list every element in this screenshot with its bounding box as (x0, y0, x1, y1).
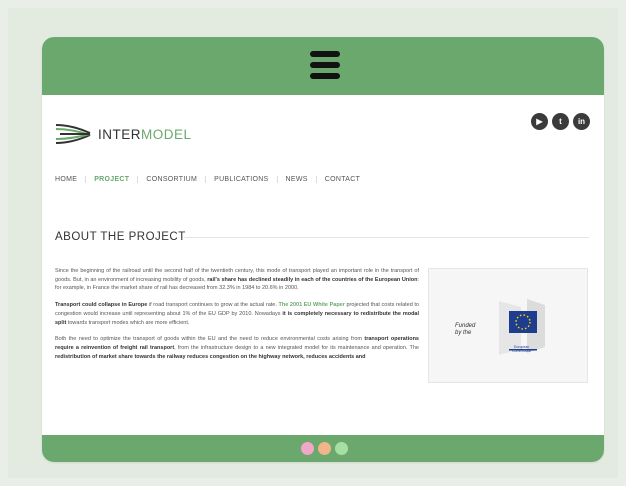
social-links: ▶ t in (531, 113, 590, 130)
intermodel-logo-icon (55, 124, 91, 144)
nav-publications[interactable]: PUBLICATIONS (206, 176, 278, 183)
hamburger-menu-icon[interactable] (310, 51, 340, 79)
bottom-bar (42, 435, 604, 462)
nav-project[interactable]: PROJECT (86, 176, 139, 183)
page-content: INTERMODEL ▶ t in HOME PROJECT CONSORTIU… (42, 95, 604, 435)
paragraph-1: Since the beginning of the railroad unti… (55, 268, 419, 292)
slide-dot-3[interactable] (335, 442, 348, 455)
white-paper-link[interactable]: The 2001 EU White Paper (279, 302, 345, 308)
device-mockup: INTERMODEL ▶ t in HOME PROJECT CONSORTIU… (42, 37, 604, 462)
nav-news[interactable]: NEWS (278, 176, 317, 183)
slide-dots (301, 442, 348, 455)
twitter-icon[interactable]: t (552, 113, 569, 130)
logo[interactable]: INTERMODEL (54, 119, 192, 149)
main-nav: HOME PROJECT CONSORTIUM PUBLICATIONS NEW… (55, 176, 368, 183)
paragraph-3: Both the need to optimize the transport … (55, 336, 419, 360)
funded-text: Funded by the (455, 323, 476, 336)
nav-consortium[interactable]: CONSORTIUM (138, 176, 207, 183)
nav-home[interactable]: HOME (55, 176, 87, 183)
paragraph-2: Transport could collapse in Europe if ro… (55, 302, 420, 326)
title-divider (184, 237, 589, 238)
slide-dot-2[interactable] (318, 442, 331, 455)
article-text: Since the beginning of the railroad unti… (55, 267, 419, 369)
funding-box: Funded by the European Commission (428, 268, 588, 383)
youtube-icon[interactable]: ▶ (531, 113, 548, 130)
eu-label: European Commission (512, 345, 532, 353)
section-title: ABOUT THE PROJECT (55, 231, 186, 243)
top-bar (42, 37, 604, 95)
slide-dot-1[interactable] (301, 442, 314, 455)
linkedin-icon[interactable]: in (573, 113, 590, 130)
logo-text: INTERMODEL (98, 126, 192, 142)
nav-contact[interactable]: CONTACT (317, 176, 368, 183)
